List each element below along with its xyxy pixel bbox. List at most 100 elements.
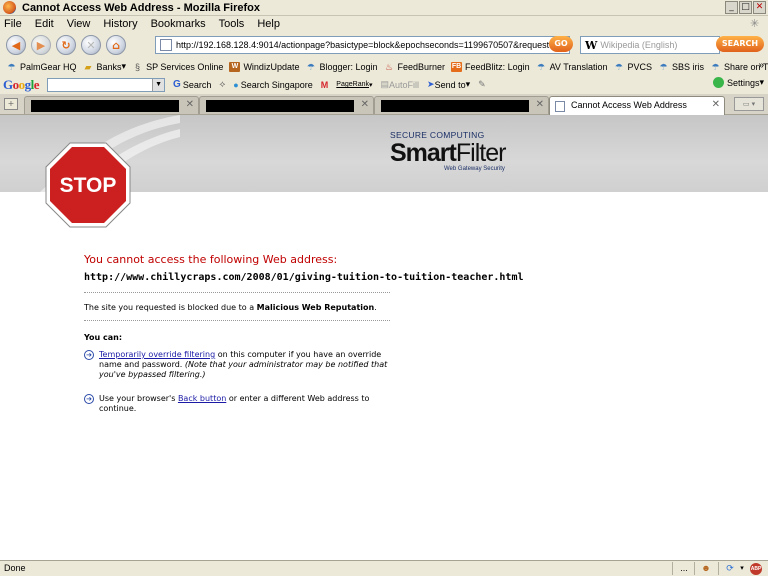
list-all-tabs-button[interactable]: ▭ ▾ — [734, 97, 764, 111]
status-text: Done — [4, 563, 26, 573]
back-button[interactable]: ◀ — [6, 35, 26, 55]
autofill-icon: ▤ — [380, 79, 390, 89]
status-divider — [672, 562, 673, 575]
smiley-icon[interactable]: ☻ — [700, 563, 712, 574]
back-arrow-icon: ◀ — [11, 38, 21, 52]
home-icon: ⌂ — [112, 38, 120, 52]
tab-bar: + ✕ ✕ ✕ Cannot Access Web Address ✕ ▭ ▾ — [0, 94, 768, 115]
chevron-down-icon: ▾ — [465, 79, 471, 89]
title-bar: Cannot Access Web Address - Mozilla Fire… — [0, 0, 768, 16]
smartfilter-logo: SECURE COMPUTING SmartFilter Web Gateway… — [390, 130, 506, 172]
you-can-label: You can: — [84, 333, 123, 342]
page-favicon-icon — [160, 39, 172, 51]
window-controls: _ □ ✕ — [725, 1, 766, 14]
option-back: ➔ Use your browser's Back button or ente… — [84, 394, 404, 414]
send-to-button[interactable]: ➤ Send to ▾ — [427, 79, 470, 90]
chevron-down-icon[interactable]: ▼ — [152, 78, 165, 91]
close-tab-icon[interactable]: ✕ — [186, 99, 194, 110]
bookmark-palmgear[interactable]: ☂ PalmGear HQ — [6, 62, 76, 72]
forward-button[interactable]: ▶ — [31, 35, 51, 55]
bookmark-pvcs[interactable]: ☂ PVCS — [613, 62, 652, 72]
close-window-button[interactable]: ✕ — [753, 1, 766, 14]
menu-view[interactable]: View — [67, 18, 91, 30]
reload-button[interactable]: ↻ — [56, 35, 76, 55]
menu-tools[interactable]: Tools — [219, 18, 245, 30]
bookmark-sp-services[interactable]: § SP Services Online — [132, 62, 223, 72]
gmail-button[interactable]: M — [321, 80, 329, 90]
status-divider — [694, 562, 695, 575]
close-tab-icon[interactable]: ✕ — [712, 99, 720, 110]
pencil-button[interactable]: ✎ — [478, 79, 486, 90]
bookmark-windizupdate[interactable]: W WindizUpdate — [229, 61, 299, 72]
globe-icon: ● — [233, 79, 239, 90]
back-button-link[interactable]: Back button — [178, 394, 226, 403]
search-input[interactable]: W Wikipedia (English) — [580, 36, 720, 54]
tab-redacted-1[interactable]: ✕ — [24, 96, 199, 114]
address-bar[interactable]: http://192.168.128.4:9014/actionpage?bas… — [155, 36, 570, 54]
menu-file[interactable]: File — [4, 18, 22, 30]
reload-icon: ↻ — [61, 38, 71, 52]
redacted-tab-title — [31, 100, 179, 112]
bookmark-icon: ☂ — [614, 61, 623, 72]
address-url[interactable]: http://192.168.128.4:9014/actionpage?bas… — [176, 40, 551, 50]
bookmark-icon: ☂ — [306, 61, 315, 72]
go-button[interactable]: GO — [549, 36, 573, 52]
tab-active-label: Cannot Access Web Address — [571, 100, 687, 110]
pagerank-indicator: PageRank ▾ — [336, 81, 373, 89]
chevron-down-icon[interactable]: ▾ — [736, 563, 748, 574]
tab-redacted-2[interactable]: ✕ — [199, 96, 374, 114]
maximize-button[interactable]: □ — [739, 1, 752, 14]
highlight-button[interactable]: ⟡ — [219, 79, 225, 90]
bookmark-blogger[interactable]: ☂ Blogger: Login — [305, 61, 378, 72]
chevron-down-icon[interactable]: ▾ — [369, 81, 373, 89]
blocked-url: http://www.chillycraps.com/2008/01/givin… — [84, 272, 524, 283]
close-tab-icon[interactable]: ✕ — [536, 99, 544, 110]
status-divider — [718, 562, 719, 575]
home-button[interactable]: ⌂ — [106, 35, 126, 55]
autofill-button[interactable]: ▤ AutoFill — [381, 79, 420, 90]
google-search-button[interactable]: G Search — [173, 79, 211, 90]
bookmark-feedblitz[interactable]: FB FeedBlitz: Login — [451, 61, 530, 72]
google-toolbar: Google ▼ G Search ⟡ ● Search Singapore M P… — [0, 75, 768, 94]
bookmark-sbs-iris[interactable]: ☂ SBS iris — [658, 62, 704, 72]
arrow-bullet-icon: ➔ — [84, 350, 94, 360]
dotted-divider — [84, 320, 390, 321]
status-ellipsis: ... — [680, 563, 688, 573]
sync-icon[interactable]: ⟳ — [724, 563, 736, 574]
tab-redacted-3[interactable]: ✕ — [374, 96, 549, 114]
search-button[interactable]: SEARCH — [716, 36, 764, 52]
minimize-button[interactable]: _ — [725, 1, 738, 14]
status-bar: Done ... ☻ ⟳ ▾ ABP — [0, 560, 768, 576]
google-search-input[interactable]: ▼ — [47, 77, 166, 92]
search-placeholder: Wikipedia (English) — [600, 40, 678, 50]
settings-button[interactable]: Settings ▾ — [712, 77, 764, 88]
menu-help[interactable]: Help — [257, 18, 280, 30]
new-tab-button[interactable]: + — [4, 98, 18, 110]
tab-active[interactable]: Cannot Access Web Address ✕ — [549, 96, 725, 115]
throbber-icon: ✳ — [750, 18, 760, 30]
gmail-icon: M — [320, 79, 329, 90]
menu-bookmarks[interactable]: Bookmarks — [151, 18, 206, 30]
bookmark-feedburner[interactable]: ♨ FeedBurner — [384, 62, 445, 72]
chevron-down-icon: ▾ — [759, 77, 764, 87]
highlight-icon: ⟡ — [219, 79, 226, 89]
google-logo[interactable]: Google — [3, 77, 40, 93]
menu-edit[interactable]: Edit — [35, 18, 54, 30]
search-singapore-button[interactable]: ● Search Singapore — [233, 80, 313, 90]
bookmark-icon: ☂ — [537, 61, 546, 72]
override-filtering-link[interactable]: Temporarily override filtering — [99, 350, 215, 359]
close-tab-icon[interactable]: ✕ — [361, 99, 369, 110]
firefox-icon — [3, 1, 16, 14]
bookmark-av-translation[interactable]: ☂ AV Translation — [536, 61, 607, 72]
bookmark-banks[interactable]: ▰ Banks ▾ — [83, 61, 127, 72]
more-bookmarks-chevron-icon[interactable]: » — [758, 60, 764, 71]
menu-history[interactable]: History — [103, 18, 137, 30]
stop-button[interactable]: ✕ — [81, 35, 101, 55]
redacted-tab-title — [381, 100, 529, 112]
wikipedia-icon[interactable]: W — [585, 39, 597, 52]
settings-status-icon — [712, 77, 724, 88]
chevron-down-icon: ▾ — [121, 61, 127, 71]
smartfilter-wordmark: SmartFilter — [390, 139, 506, 167]
adblock-plus-icon[interactable]: ABP — [750, 563, 762, 575]
fb-box-icon: FB — [451, 61, 463, 72]
